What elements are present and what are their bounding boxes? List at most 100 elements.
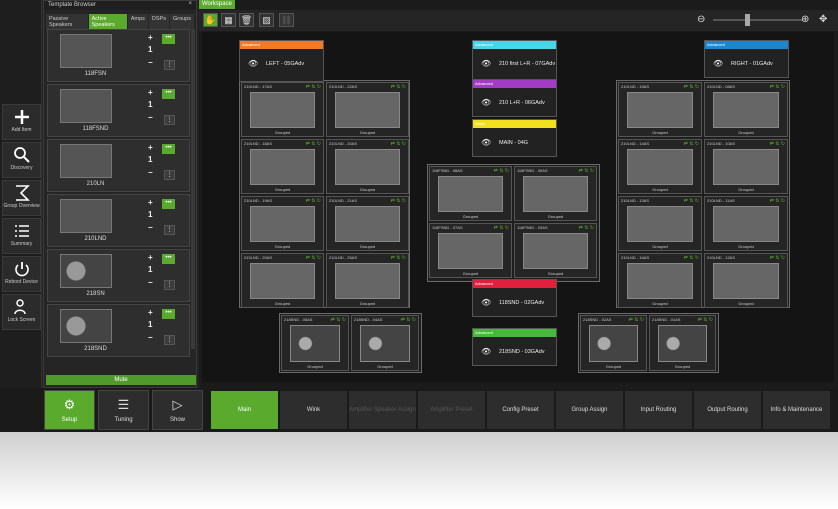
tab-amplifier-speaker-assign[interactable]: Amplifier Speaker Assign: [349, 391, 417, 429]
tab-amps[interactable]: Amps: [127, 14, 148, 30]
tab-output-routing[interactable]: Output Routing: [694, 391, 762, 429]
eye-icon[interactable]: 👁: [248, 59, 258, 68]
minus-button[interactable]: −: [148, 223, 153, 232]
more-options-icon[interactable]: •••: [162, 199, 175, 209]
kebab-menu-icon[interactable]: ⋮: [164, 280, 175, 290]
hand-icon[interactable]: ✋: [203, 13, 218, 27]
tab-passive-speakers[interactable]: Passive Speakers: [46, 14, 88, 30]
tab-info-maintenance[interactable]: Info & Maintenance: [763, 391, 831, 429]
speaker-node[interactable]: 210LND - 12AS ⇄ ⇅ ↻ Grouped: [704, 253, 788, 308]
kebab-menu-icon[interactable]: ⋮: [164, 60, 175, 70]
more-options-icon[interactable]: •••: [162, 89, 175, 99]
speaker-node[interactable]: 210LND - 11AS ⇄ ⇅ ↻ Grouped: [704, 196, 788, 251]
show-button[interactable]: ▷ Show: [152, 390, 203, 430]
group-label-card[interactable]: Advanced 👁 LEFT - 05GAdv: [239, 40, 324, 82]
summary-button[interactable]: Summary: [2, 218, 41, 254]
minus-button[interactable]: −: [148, 113, 153, 122]
template-item[interactable]: 118FSND +1 − ••• ⋮: [47, 84, 190, 137]
speaker-node[interactable]: 210LND - 16AS ⇄ ⇅ ↻ Grouped: [618, 253, 702, 308]
speaker-node[interactable]: 118FSND - 08AS ⇄ ⇅ ↻ Grouped: [429, 166, 512, 221]
more-options-icon[interactable]: •••: [162, 144, 175, 154]
speaker-node[interactable]: 210LND - 10AS ⇄ ⇅ ↻ Grouped: [704, 139, 788, 194]
reboot-device-button[interactable]: Reboot Device: [2, 256, 41, 292]
speaker-node[interactable]: 210LND - 22AS ⇄ ⇅ ↻ Grouped: [326, 82, 409, 137]
group-label-card[interactable]: Basic 👁 MAIN - 04G: [472, 119, 557, 157]
workspace-tab[interactable]: Workspace: [199, 0, 235, 9]
speaker-node[interactable]: 210LND - 20AS ⇄ ⇅ ↻ Grouped: [326, 139, 409, 194]
more-options-icon[interactable]: •••: [162, 254, 175, 264]
move-icon[interactable]: ✥: [819, 14, 827, 25]
tab-active-speakers[interactable]: Active Speakers: [88, 14, 127, 30]
tab-wink[interactable]: Wink: [280, 391, 348, 429]
tab-group-assign[interactable]: Group Assign: [556, 391, 624, 429]
eye-icon[interactable]: 👁: [481, 138, 491, 147]
kebab-menu-icon[interactable]: ⋮: [164, 335, 175, 345]
template-item[interactable]: 210LND +1 − ••• ⋮: [47, 194, 190, 247]
kebab-menu-icon[interactable]: ⋮: [164, 225, 175, 235]
eye-icon[interactable]: 👁: [481, 59, 491, 68]
speaker-node[interactable]: 210LND - 25AS ⇄ ⇅ ↻ Grouped: [326, 253, 409, 308]
group-label-card[interactable]: Advanced 👁 210 first L+R - 07GAdv: [472, 40, 557, 82]
speaker-node[interactable]: 210LND - 17AS ⇄ ⇅ ↻ Grouped: [241, 82, 324, 137]
more-options-icon[interactable]: •••: [162, 34, 175, 44]
close-icon[interactable]: ×: [188, 1, 192, 7]
eye-icon[interactable]: 👁: [481, 298, 491, 307]
template-item[interactable]: 118FSN +1 − ••• ⋮: [47, 29, 190, 82]
tab-config-preset[interactable]: Config Preset: [487, 391, 555, 429]
template-item[interactable]: 218SN +1 − ••• ⋮: [47, 249, 190, 302]
plus-button[interactable]: +: [148, 143, 153, 152]
speaker-node[interactable]: 210LND - 21AS ⇄ ⇅ ↻ Grouped: [326, 196, 409, 251]
tab-dsps[interactable]: DSPs: [148, 14, 169, 30]
speaker-node[interactable]: 210LND - 18AS ⇄ ⇅ ↻ Grouped: [241, 139, 324, 194]
discovery-button[interactable]: Discovery: [2, 142, 41, 178]
more-options-icon[interactable]: •••: [162, 309, 175, 319]
tuning-button[interactable]: ☰ Tuning: [98, 390, 149, 430]
kebab-menu-icon[interactable]: ⋮: [164, 115, 175, 125]
grid-icon[interactable]: ▦: [221, 13, 236, 27]
plus-button[interactable]: +: [148, 88, 153, 97]
speaker-node[interactable]: 118FSND - 03AS ⇄ ⇅ ↻ Grouped: [514, 223, 597, 278]
speaker-node[interactable]: 118FSND - 07AS ⇄ ⇅ ↻ Grouped: [429, 223, 512, 278]
speaker-node[interactable]: 118FSND - 09AS ⇄ ⇅ ↻ Grouped: [514, 166, 597, 221]
template-item[interactable]: 210LN +1 − ••• ⋮: [47, 139, 190, 192]
minus-button[interactable]: −: [148, 58, 153, 67]
speaker-node[interactable]: 218SND - 02AS ⇄ ⇅ ↻ Grouped: [580, 315, 647, 371]
speaker-node[interactable]: 210LND - 14AS ⇄ ⇅ ↻ Grouped: [618, 139, 702, 194]
minus-button[interactable]: −: [148, 333, 153, 342]
tab-amplifier-preset[interactable]: Amplifier Preset: [418, 391, 486, 429]
workspace-canvas[interactable]: 210LND - 17AS ⇄ ⇅ ↻ Grouped 210LND - 15AS ⇄ …: [202, 32, 834, 382]
speaker-node[interactable]: 210LND - 15AS ⇄ ⇅ ↻ Grouped: [618, 82, 702, 137]
eye-icon[interactable]: 👁: [713, 59, 723, 68]
group-overview-button[interactable]: Group Overview: [2, 180, 41, 216]
plus-button[interactable]: +: [148, 253, 153, 262]
speaker-node[interactable]: 210LND - 19AS ⇄ ⇅ ↻ Grouped: [241, 196, 324, 251]
tab-groups[interactable]: Groups: [169, 14, 194, 30]
group-label-card[interactable]: Advanced 👁 210 L+R - 06GAdv: [472, 79, 557, 117]
trash-icon[interactable]: 🗑: [239, 13, 254, 27]
plus-button[interactable]: +: [148, 198, 153, 207]
speaker-node[interactable]: 210LND - 20AS ⇄ ⇅ ↻ Grouped: [241, 253, 324, 308]
link-icon[interactable]: ⛓: [279, 13, 294, 27]
group-label-card[interactable]: Advanced 👁 118SND - 02GAdv: [472, 279, 557, 317]
speaker-node[interactable]: 218SND - 04AS ⇄ ⇅ ↻ Grouped: [351, 315, 419, 371]
zoom-slider-knob[interactable]: [745, 14, 750, 26]
group-label-card[interactable]: Advanced 👁 218SND - 03GAdv: [472, 328, 557, 366]
minus-button[interactable]: −: [148, 168, 153, 177]
plus-button[interactable]: +: [148, 33, 153, 42]
zoom-slider[interactable]: [713, 19, 803, 21]
zoom-out-icon[interactable]: ⊖: [697, 14, 705, 25]
kebab-menu-icon[interactable]: ⋮: [164, 170, 175, 180]
eye-icon[interactable]: 👁: [481, 98, 491, 107]
group-label-card[interactable]: Advanced 👁 RIGHT - 01GAdv: [704, 40, 789, 78]
speaker-node[interactable]: 210LND - 08AS ⇄ ⇅ ↻ Grouped: [704, 82, 788, 137]
speaker-node[interactable]: 218SND - 01AS ⇄ ⇅ ↻ Grouped: [649, 315, 716, 371]
speaker-node[interactable]: 218SND - 05AS ⇄ ⇅ ↻ Grouped: [281, 315, 349, 371]
template-scrollbar[interactable]: [191, 29, 195, 349]
tab-main[interactable]: Main: [211, 391, 279, 429]
eye-icon[interactable]: 👁: [481, 347, 491, 356]
speaker-node[interactable]: 210LND - 13AS ⇄ ⇅ ↻ Grouped: [618, 196, 702, 251]
zoom-in-icon[interactable]: ⊕: [801, 14, 809, 25]
tab-input-routing[interactable]: Input Routing: [625, 391, 693, 429]
lock-screen-button[interactable]: Lock Screen: [2, 294, 41, 330]
plus-button[interactable]: +: [148, 308, 153, 317]
